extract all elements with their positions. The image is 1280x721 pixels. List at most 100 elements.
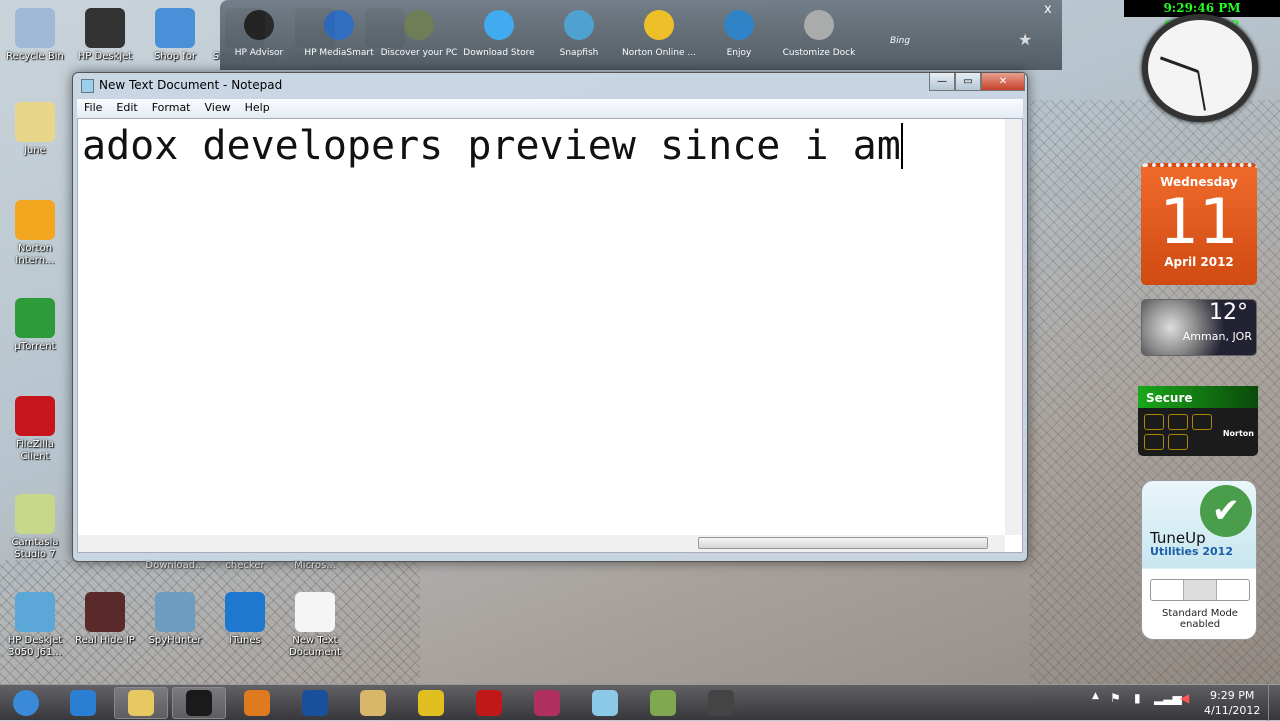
desktop-icon-label-partial: Micros... [294,560,336,571]
dock-close-button[interactable]: x [1044,2,1052,17]
dock-item[interactable]: Discover your PC [380,10,458,58]
horizontal-scrollbar[interactable] [78,535,1005,552]
menu-edit[interactable]: Edit [109,99,144,118]
scrollbar-thumb[interactable] [698,537,988,549]
desktop-icon-4[interactable]: Camtasia Studio 7 [0,494,70,561]
taskbar-media-player-button[interactable] [230,687,284,719]
dock-app-icon [564,10,594,40]
text-editor[interactable]: adox developers preview since i am [77,118,1023,553]
dock-item-label: HP MediaSmart [304,48,374,58]
taskbar-internet-explorer-button[interactable] [56,687,110,719]
desktop-icon-3[interactable]: iTunes [210,592,280,647]
taskbar-hp-button[interactable] [172,687,226,719]
desktop-app-icon [295,592,335,632]
desktop-icon-label: New Text Document [289,635,341,658]
desktop-icon-0[interactable]: HP Deskjet 3050 J61... [0,592,70,659]
desktop-icon-1[interactable]: Real Hide IP [70,592,140,647]
dock-item[interactable]: Enjoy [700,10,778,58]
power-icon[interactable]: ▮ [1134,691,1141,705]
action-center-flag-icon[interactable]: ⚑ [1110,691,1121,705]
desktop-icon-2[interactable]: SpyHunter [140,592,210,647]
norton-icon[interactable] [1144,414,1164,430]
weather-gadget: 12° Amman, JOR [1141,299,1257,356]
desktop-icon-label: µTorrent [14,341,56,352]
desktop-icon-label: iTunes [229,635,261,646]
desktop-icon-label: june [24,145,46,156]
weather-location: Amman, JOR [1182,330,1252,343]
taskbar-excel-button[interactable] [636,687,690,719]
document-text[interactable]: adox developers preview since i am [82,123,903,169]
taskbar-explorer-button[interactable] [114,687,168,719]
taskbar-date: 4/11/2012 [1204,704,1261,717]
check-icon: ✔ [1200,485,1252,537]
dock-item[interactable]: Snapfish [540,10,618,58]
norton-icon[interactable] [1168,434,1188,450]
desktop-app-icon [15,494,55,534]
taskbar-hp-mediasmart-icon [302,690,328,716]
taskbar-hp-mediasmart-button[interactable] [288,687,342,719]
desktop-icon-0[interactable]: june [0,102,70,157]
dock-item[interactable]: Download Store [460,10,538,58]
minimize-button[interactable]: — [929,73,955,91]
taskbar-notepad-button[interactable] [578,687,632,719]
calendar-gadget: Wednesday 11 April 2012 [1141,163,1257,285]
show-desktop-button[interactable] [1268,685,1280,721]
dock-app-icon [404,10,434,40]
taskbar-clock[interactable]: 9:29 PM 4/11/2012 [1204,688,1260,718]
menu-file[interactable]: File [77,99,109,118]
desktop-app-icon [15,592,55,632]
tray-show-hidden-icon[interactable]: ▲ [1092,691,1099,701]
tuneup-subtitle: Utilities 2012 [1150,545,1233,558]
volume-muted-icon[interactable]: ◀ [1180,691,1189,705]
menu-view[interactable]: View [198,99,238,118]
menu-help[interactable]: Help [238,99,277,118]
close-button[interactable]: ✕ [981,73,1025,91]
desktop-app-icon [155,8,195,48]
dock-item[interactable]: HP MediaSmart [300,10,378,58]
desktop-icon-1[interactable]: HP Deskjet [70,8,140,63]
norton-gadget: Secure Norton [1138,386,1258,456]
desktop-icon-3[interactable]: FileZilla Client [0,396,70,463]
taskbar-hp-icon [186,690,212,716]
tuneup-mode: Standard Mode enabled [1162,608,1238,630]
dock-app-icon [244,10,274,40]
dock-search-label[interactable]: Bing [890,36,910,46]
network-signal-icon[interactable]: ▂▃▅ [1154,691,1182,705]
taskbar-acrobat-button[interactable] [462,687,516,719]
dock-app-icon [804,10,834,40]
desktop-icon-label: Camtasia Studio 7 [11,537,59,560]
dock-item-label: Customize Dock [782,48,856,58]
taskbar-camtasia-button[interactable] [694,687,748,719]
dock-item-label: HP Advisor [234,48,284,58]
notepad-window: New Text Document - Notepad — ▭ ✕ File E… [72,72,1028,562]
vertical-scrollbar[interactable] [1005,119,1022,535]
desktop-icon-4[interactable]: New Text Document [280,592,350,659]
taskbar-access-button[interactable] [520,687,574,719]
dock-favorite-icon[interactable]: ★ [1018,30,1032,49]
desktop-icon-2[interactable]: Shop for [140,8,210,63]
taskbar: ▲ ⚑ ▮ ▂▃▅ ◀ 9:29 PM 4/11/2012 [0,684,1280,721]
dock-item[interactable]: Customize Dock [780,10,858,58]
desktop-icon-label: Real Hide IP [75,635,135,646]
calendar-month-year: April 2012 [1164,255,1234,269]
norton-icon[interactable] [1192,414,1212,430]
desktop-icon-1[interactable]: Norton Intern... [0,200,70,267]
taskbar-start-button[interactable] [4,687,48,719]
norton-icon[interactable] [1144,434,1164,450]
maximize-button[interactable]: ▭ [955,73,981,91]
norton-icon[interactable] [1168,414,1188,430]
desktop-app-icon [85,8,125,48]
dock-item[interactable]: Norton Online ... [620,10,698,58]
economy-mode-button[interactable] [1151,580,1184,600]
weather-temp: 12° [1209,300,1248,325]
standard-mode-button[interactable] [1184,580,1217,600]
dock-item[interactable]: HP Advisor [220,10,298,58]
desktop-icon-label: Recycle Bin [6,51,64,62]
desktop-icon-2[interactable]: µTorrent [0,298,70,353]
menu-format[interactable]: Format [145,99,198,118]
turbo-mode-button[interactable] [1217,580,1249,600]
taskbar-chrome-button[interactable] [404,687,458,719]
desktop-app-icon [15,396,55,436]
desktop-icon-0[interactable]: Recycle Bin [0,8,70,63]
taskbar-windows-explorer-button[interactable] [346,687,400,719]
